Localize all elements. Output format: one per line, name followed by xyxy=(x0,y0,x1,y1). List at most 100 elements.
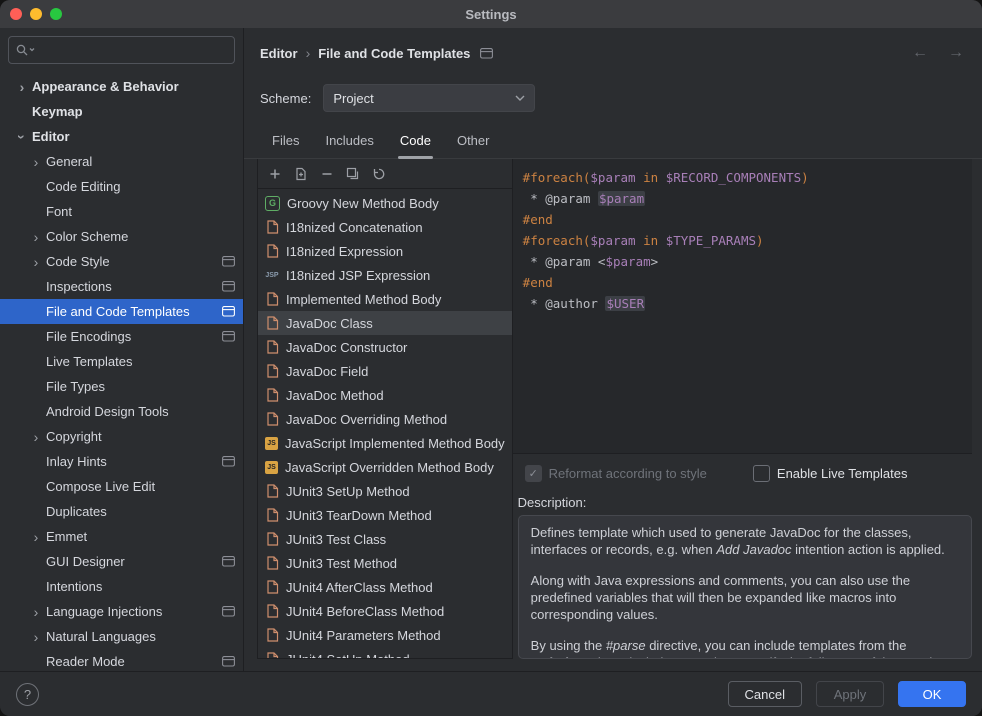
template-editor[interactable]: #foreach($param in $RECORD_COMPONENTS) *… xyxy=(513,159,972,454)
tab-files[interactable]: Files xyxy=(260,122,311,158)
checkbox-unchecked-icon xyxy=(753,465,770,482)
reformat-checkbox[interactable]: ✓ Reformat according to style xyxy=(525,465,707,482)
apply-button[interactable]: Apply xyxy=(816,681,884,707)
sidebar-item-keymap[interactable]: Keymap xyxy=(0,99,243,124)
template-item-junit3-teardown-method[interactable]: JUnit3 TearDown Method xyxy=(258,503,512,527)
template-item-junit3-test-class[interactable]: JUnit3 Test Class xyxy=(258,527,512,551)
chevron-right-icon[interactable]: › xyxy=(14,80,30,94)
sidebar-item-emmet[interactable]: ›Emmet xyxy=(0,524,243,549)
sidebar-item-file-encodings[interactable]: File Encodings xyxy=(0,324,243,349)
template-item-junit4-afterclass-method[interactable]: JUnit4 AfterClass Method xyxy=(258,575,512,599)
template-content: GGroovy New Method Body I18nized Concaten… xyxy=(244,159,982,671)
history-nav: ← → xyxy=(912,44,964,62)
sidebar-item-compose-live-edit[interactable]: Compose Live Edit xyxy=(0,474,243,499)
template-item-javascript-overridden-method-body[interactable]: JSJavaScript Overridden Method Body xyxy=(258,455,512,479)
chevron-right-icon[interactable]: › xyxy=(28,430,44,444)
sidebar-item-label: Editor xyxy=(32,129,70,144)
sidebar-item-inspections[interactable]: Inspections xyxy=(0,274,243,299)
template-item-i18nized-concatenation[interactable]: I18nized Concatenation xyxy=(258,215,512,239)
sidebar-item-code-editing[interactable]: Code Editing xyxy=(0,174,243,199)
close-button[interactable] xyxy=(10,8,22,20)
footer-buttons: Cancel Apply OK xyxy=(728,681,966,707)
help-button[interactable]: ? xyxy=(16,683,39,706)
chevron-right-icon[interactable]: › xyxy=(28,630,44,644)
javascript-icon: JS xyxy=(265,461,278,474)
file-template-icon xyxy=(265,580,279,594)
sidebar-item-copyright[interactable]: ›Copyright xyxy=(0,424,243,449)
checkbox-checked-icon: ✓ xyxy=(525,465,542,482)
enable-live-templates-checkbox[interactable]: Enable Live Templates xyxy=(753,465,908,482)
template-item-junit3-setup-method[interactable]: JUnit3 SetUp Method xyxy=(258,479,512,503)
sidebar-item-editor[interactable]: ›Editor xyxy=(0,124,243,149)
chevron-right-icon[interactable]: › xyxy=(28,230,44,244)
sidebar-item-live-templates[interactable]: Live Templates xyxy=(0,349,243,374)
template-item-label: JUnit4 AfterClass Method xyxy=(286,580,433,595)
sidebar-item-color-scheme[interactable]: ›Color Scheme xyxy=(0,224,243,249)
template-item-junit3-test-method[interactable]: JUnit3 Test Method xyxy=(258,551,512,575)
sidebar-item-label: Natural Languages xyxy=(46,629,156,644)
sidebar-item-label: Android Design Tools xyxy=(46,404,169,419)
sidebar-item-intentions[interactable]: Intentions xyxy=(0,574,243,599)
sidebar-item-inlay-hints[interactable]: Inlay Hints xyxy=(0,449,243,474)
template-item-javadoc-overriding-method[interactable]: JavaDoc Overriding Method xyxy=(258,407,512,431)
search-icon xyxy=(15,43,37,57)
duplicate-template-button[interactable] xyxy=(345,166,361,182)
ide-settings-icon xyxy=(222,256,235,267)
sidebar-item-code-style[interactable]: ›Code Style xyxy=(0,249,243,274)
tab-other[interactable]: Other xyxy=(445,122,502,158)
template-item-i18nized-jsp-expression[interactable]: JSPI18nized JSP Expression xyxy=(258,263,512,287)
template-item-junit4-parameters-method[interactable]: JUnit4 Parameters Method xyxy=(258,623,512,647)
add-template-button[interactable] xyxy=(267,166,283,182)
zoom-button[interactable] xyxy=(50,8,62,20)
sidebar-item-file-and-code-templates[interactable]: File and Code Templates xyxy=(0,299,243,324)
remove-template-button[interactable] xyxy=(319,166,335,182)
sidebar-item-reader-mode[interactable]: Reader Mode xyxy=(0,649,243,671)
template-item-junit4-setup-method[interactable]: JUnit4 SetUp Method xyxy=(258,647,512,658)
template-item-i18nized-expression[interactable]: I18nized Expression xyxy=(258,239,512,263)
file-template-icon xyxy=(265,556,279,570)
sidebar-item-duplicates[interactable]: Duplicates xyxy=(0,499,243,524)
chevron-right-icon[interactable]: › xyxy=(28,255,44,269)
sidebar-item-general[interactable]: ›General xyxy=(0,149,243,174)
tab-code[interactable]: Code xyxy=(388,122,443,158)
template-item-javadoc-method[interactable]: JavaDoc Method xyxy=(258,383,512,407)
template-item-javadoc-constructor[interactable]: JavaDoc Constructor xyxy=(258,335,512,359)
chevron-right-icon[interactable]: › xyxy=(28,155,44,169)
sidebar-item-natural-languages[interactable]: ›Natural Languages xyxy=(0,624,243,649)
template-item-javadoc-class[interactable]: JavaDoc Class xyxy=(258,311,512,335)
tab-includes[interactable]: Includes xyxy=(313,122,385,158)
sidebar-item-android-design-tools[interactable]: Android Design Tools xyxy=(0,399,243,424)
description-panel[interactable]: Defines template which used to generate … xyxy=(518,515,972,659)
reset-template-button[interactable] xyxy=(371,166,387,182)
template-item-label: JavaDoc Constructor xyxy=(286,340,407,355)
chevron-down-icon[interactable]: › xyxy=(15,129,29,145)
sidebar-item-label: Emmet xyxy=(46,529,87,544)
add-child-template-button[interactable] xyxy=(293,166,309,182)
template-item-label: JUnit4 BeforeClass Method xyxy=(286,604,444,619)
javascript-icon: JS xyxy=(265,437,278,450)
sidebar-item-file-types[interactable]: File Types xyxy=(0,374,243,399)
ide-settings-icon xyxy=(222,656,235,667)
template-item-implemented-method-body[interactable]: Implemented Method Body xyxy=(258,287,512,311)
ok-button[interactable]: OK xyxy=(898,681,966,707)
template-item-javadoc-field[interactable]: JavaDoc Field xyxy=(258,359,512,383)
template-item-junit4-beforeclass-method[interactable]: JUnit4 BeforeClass Method xyxy=(258,599,512,623)
sidebar-item-language-injections[interactable]: ›Language Injections xyxy=(0,599,243,624)
sidebar-item-appearance-behavior[interactable]: ›Appearance & Behavior xyxy=(0,74,243,99)
template-item-groovy-new-method-body[interactable]: GGroovy New Method Body xyxy=(258,191,512,215)
template-item-label: I18nized Concatenation xyxy=(286,220,423,235)
back-icon[interactable]: ← xyxy=(912,44,928,62)
breadcrumb-editor[interactable]: Editor xyxy=(260,46,298,61)
settings-search-input[interactable] xyxy=(8,36,235,64)
scheme-select[interactable]: Project xyxy=(323,84,535,112)
chevron-right-icon[interactable]: › xyxy=(28,605,44,619)
settings-menu-icon[interactable] xyxy=(480,48,493,59)
cancel-button[interactable]: Cancel xyxy=(728,681,802,707)
chevron-right-icon[interactable]: › xyxy=(28,530,44,544)
forward-icon[interactable]: → xyxy=(948,44,964,62)
template-item-javascript-implemented-method-body[interactable]: JSJavaScript Implemented Method Body xyxy=(258,431,512,455)
description-label: Description: xyxy=(513,488,972,510)
sidebar-item-font[interactable]: Font xyxy=(0,199,243,224)
sidebar-item-gui-designer[interactable]: GUI Designer xyxy=(0,549,243,574)
minimize-button[interactable] xyxy=(30,8,42,20)
